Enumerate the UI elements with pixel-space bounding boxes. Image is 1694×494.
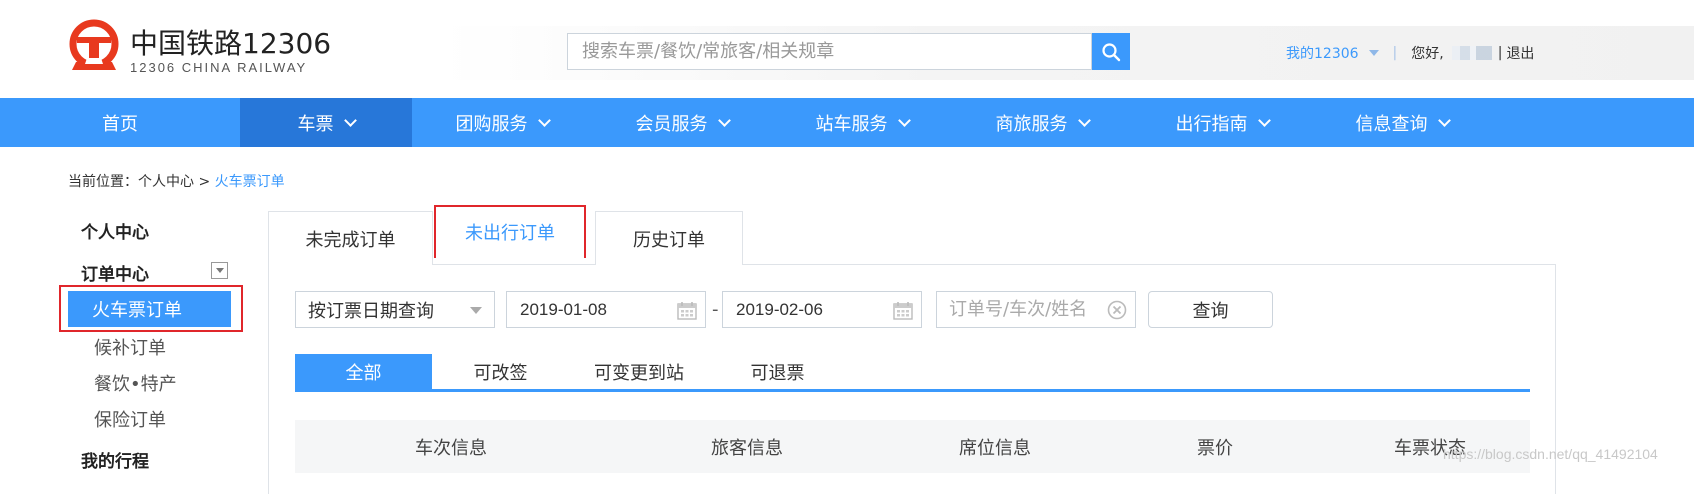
- highlight-outline: [59, 285, 243, 332]
- chevron-down-icon: [470, 307, 482, 314]
- sidebar-my-trips[interactable]: 我的行程: [81, 447, 149, 472]
- sidebar-personal-center[interactable]: 个人中心: [81, 218, 149, 243]
- greeting-text: 您好,: [1411, 46, 1444, 62]
- chevron-down-icon: [1257, 113, 1271, 127]
- watermark: https://blog.csdn.net/qq_41492104: [1443, 446, 1658, 462]
- nav-item-label: 首页: [102, 113, 138, 135]
- divider: |: [1392, 45, 1398, 61]
- chevron-down-icon: [897, 113, 911, 127]
- nav-item-info-query[interactable]: 信息查询: [1312, 98, 1492, 147]
- breadcrumb-separator: >: [194, 174, 215, 190]
- sidebar-item-waitlist-orders[interactable]: 候补订单: [94, 334, 166, 360]
- nav-item-home[interactable]: 首页: [0, 98, 240, 147]
- clear-icon[interactable]: [1107, 300, 1127, 320]
- date-to-field[interactable]: 2019-02-06: [722, 291, 922, 328]
- nav-item-tickets[interactable]: 车票: [240, 98, 412, 147]
- sidebar-item-catering[interactable]: 餐饮•特产: [94, 370, 177, 396]
- logout-link[interactable]: 退出: [1506, 43, 1534, 63]
- chevron-down-icon: [1437, 113, 1451, 127]
- blurred-username: [1451, 46, 1492, 60]
- divider: |: [1497, 45, 1503, 61]
- breadcrumb: 当前位置：个人中心 > 火车票订单: [68, 171, 285, 191]
- breadcrumb-root[interactable]: 个人中心: [138, 174, 194, 190]
- site-search-box: [567, 33, 1092, 70]
- keyword-field: [936, 291, 1136, 328]
- nav-item-label: 团购服务: [455, 113, 528, 135]
- order-keyword-input[interactable]: [937, 292, 1121, 327]
- site-header: 中国铁路12306 12306 CHINA RAILWAY 我的12306 | …: [0, 0, 1694, 98]
- query-button[interactable]: 查询: [1148, 291, 1273, 328]
- nav-item-travel-guide[interactable]: 出行指南: [1132, 98, 1312, 147]
- chevron-down-icon: [537, 113, 551, 127]
- nav-item-label: 出行指南: [1175, 113, 1248, 135]
- nav-item-label: 车票: [297, 113, 334, 135]
- sidebar-item-insurance-orders[interactable]: 保险订单: [94, 406, 166, 432]
- column-header-train-info: 车次信息: [415, 438, 487, 459]
- chevron-down-icon: [343, 113, 357, 127]
- column-header-passenger-info: 旅客信息: [711, 438, 783, 459]
- nav-item-group-service[interactable]: 团购服务: [412, 98, 592, 147]
- nav-item-business-travel[interactable]: 商旅服务: [952, 98, 1132, 147]
- nav-item-label: 站车服务: [815, 113, 888, 135]
- tab-history-orders[interactable]: 历史订单: [595, 211, 743, 265]
- my12306-link[interactable]: 我的12306: [1286, 43, 1359, 63]
- subtab-all[interactable]: 全部: [295, 354, 432, 390]
- column-header-price: 票价: [1197, 438, 1233, 459]
- breadcrumb-current[interactable]: 火车票订单: [215, 174, 285, 190]
- breadcrumb-prefix: 当前位置：: [68, 174, 138, 190]
- query-type-value: 按订票日期查询: [308, 300, 434, 322]
- chevron-down-icon: [215, 268, 224, 273]
- tab-untraveled-orders[interactable]: 未出行订单: [434, 205, 586, 258]
- subtab-changeable[interactable]: 可改签: [432, 354, 569, 390]
- logo-subtitle: 12306 CHINA RAILWAY: [130, 60, 308, 75]
- sidebar-order-center[interactable]: 订单中心: [81, 260, 149, 285]
- nav-item-member-service[interactable]: 会员服务: [592, 98, 772, 147]
- search-button[interactable]: [1092, 33, 1130, 70]
- chevron-down-icon: [717, 113, 731, 127]
- site-search-input[interactable]: [568, 34, 1088, 69]
- nav-item-label: 会员服务: [635, 113, 708, 135]
- subtab-refundable[interactable]: 可退票: [709, 354, 846, 390]
- date-from-field[interactable]: 2019-01-08: [506, 291, 706, 328]
- date-to-value: 2019-02-06: [736, 299, 823, 319]
- tab-label: 历史订单: [633, 229, 705, 251]
- chevron-down-icon[interactable]: [1368, 50, 1379, 56]
- search-icon: [1102, 42, 1121, 61]
- nav-item-station-service[interactable]: 站车服务: [772, 98, 952, 147]
- tab-label: 未出行订单: [465, 222, 555, 244]
- tab-label: 未完成订单: [305, 229, 396, 251]
- china-railway-logo-icon[interactable]: [66, 18, 122, 74]
- account-links: 我的12306 | 您好, | 退出: [1286, 43, 1534, 63]
- calendar-icon[interactable]: [893, 301, 913, 320]
- nav-item-label: 信息查询: [1355, 113, 1428, 135]
- date-range-separator: -: [712, 299, 719, 320]
- date-from-value: 2019-01-08: [520, 299, 607, 319]
- tab-unfinished-orders[interactable]: 未完成订单: [268, 211, 433, 265]
- subtab-destination-changeable[interactable]: 可变更到站: [569, 354, 709, 390]
- main-nav: 首页 车票 团购服务 会员服务 站车服务 商旅服务 出行指南 信息查询: [0, 98, 1694, 147]
- nav-item-label: 商旅服务: [995, 113, 1068, 135]
- orders-table-header: 车次信息 旅客信息 席位信息 票价 车票状态: [295, 420, 1530, 473]
- subtabs-underline: [295, 389, 1530, 392]
- chevron-down-icon: [1077, 113, 1091, 127]
- logo-title[interactable]: 中国铁路12306: [130, 22, 331, 62]
- calendar-icon[interactable]: [677, 301, 697, 320]
- column-header-seat-info: 席位信息: [959, 438, 1031, 459]
- query-type-select[interactable]: 按订票日期查询: [295, 291, 495, 328]
- collapse-toggle[interactable]: [211, 262, 228, 279]
